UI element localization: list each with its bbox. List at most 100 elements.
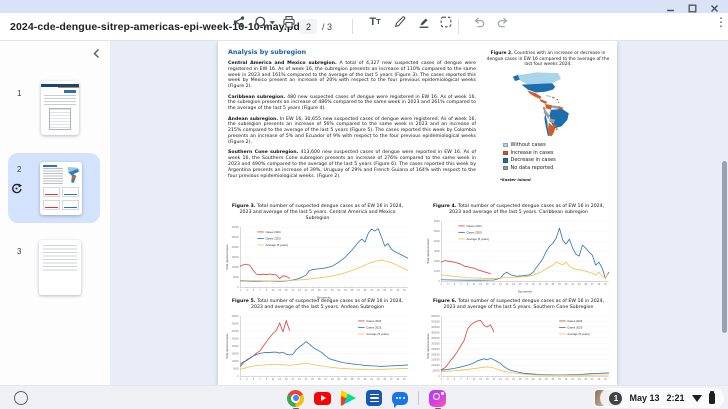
figure-4-block: Figure 4. Total number of suspected deng…: [425, 204, 612, 301]
svg-text:30000: 30000: [232, 226, 240, 229]
svg-text:23: 23: [512, 283, 515, 286]
svg-text:33: 33: [344, 289, 347, 292]
highlighter-icon[interactable]: [415, 13, 433, 31]
undo-icon[interactable]: [470, 13, 488, 31]
page-2-thumbnail[interactable]: [40, 162, 82, 215]
svg-text:Cases 2024: Cases 2024: [366, 319, 382, 323]
svg-text:33: 33: [545, 378, 548, 381]
svg-text:49: 49: [598, 378, 601, 381]
pen-icon[interactable]: [391, 13, 409, 31]
svg-text:29: 29: [331, 378, 334, 381]
youtube-app-icon[interactable]: [314, 386, 331, 409]
date-label: May 13: [629, 393, 659, 403]
legend-swatch: [503, 143, 508, 148]
redo-icon[interactable]: [494, 13, 512, 31]
svg-text:Cases 2024: Cases 2024: [466, 224, 482, 228]
svg-text:23: 23: [311, 378, 314, 381]
svg-text:25: 25: [519, 378, 522, 381]
share-icon[interactable]: [230, 13, 248, 31]
page-2-number: 2: [17, 165, 21, 174]
svg-text:0: 0: [237, 375, 239, 378]
chromeos-desktop: 2024-cde-dengue-sitrep-americas-epi-week…: [0, 0, 728, 409]
svg-text:19: 19: [499, 283, 502, 286]
page-number-box: [300, 13, 317, 40]
legend-swatch: [503, 158, 508, 163]
chat-app-icon[interactable]: [392, 386, 408, 409]
minimize-button[interactable]: [664, 3, 676, 13]
svg-text:5: 5: [253, 378, 255, 381]
chrome-app-icon[interactable]: [287, 386, 304, 409]
svg-text:13: 13: [278, 378, 281, 381]
svg-text:1000: 1000: [434, 270, 440, 273]
svg-text:15: 15: [486, 283, 489, 286]
restore-button[interactable]: [686, 3, 698, 13]
rotate-page-icon[interactable]: [11, 181, 22, 199]
svg-text:Average (5 years): Average (5 years): [265, 243, 287, 247]
text-annotation-icon[interactable]: TT: [366, 13, 384, 31]
svg-text:39: 39: [364, 378, 367, 381]
svg-text:35: 35: [351, 289, 354, 292]
svg-text:51: 51: [403, 378, 406, 381]
gallery-app-icon[interactable]: [429, 386, 446, 409]
svg-text:50000: 50000: [433, 370, 441, 373]
svg-text:37: 37: [357, 289, 360, 292]
zoom-menu-icon[interactable]: [252, 13, 278, 31]
figure-4-chart: 0100020003000400050006000135791113151719…: [425, 217, 612, 294]
vertical-scrollbar[interactable]: [722, 161, 727, 333]
svg-text:250000: 250000: [431, 348, 440, 351]
svg-text:20000: 20000: [232, 246, 240, 249]
svg-text:15: 15: [285, 378, 288, 381]
svg-text:9: 9: [266, 378, 268, 381]
shelf-divider: [418, 391, 419, 405]
page-1-thumbnail[interactable]: [41, 81, 79, 135]
map-legend-item: No data reported: [503, 165, 610, 171]
svg-text:41: 41: [571, 378, 574, 381]
page-3-thumbnail[interactable]: [39, 240, 81, 295]
svg-text:350000: 350000: [431, 337, 440, 340]
shelf-apps: [287, 386, 446, 409]
svg-text:Cases 2024: Cases 2024: [567, 319, 583, 323]
window-titlebar: [0, 0, 728, 13]
launcher-button[interactable]: [14, 391, 28, 405]
map-legend-item: Without cases: [503, 142, 610, 148]
figure-6-caption: Figure 6. Total number of suspected deng…: [432, 299, 604, 311]
svg-text:3: 3: [246, 378, 248, 381]
svg-text:47: 47: [591, 378, 594, 381]
status-tray[interactable]: 1 May 13 2:21: [600, 388, 724, 408]
collapse-sidebar-icon[interactable]: [92, 46, 101, 64]
more-options-icon[interactable]: ⋮: [712, 13, 728, 31]
docs-app-icon[interactable]: [366, 386, 382, 409]
svg-text:0: 0: [438, 375, 440, 378]
svg-text:21: 21: [305, 378, 308, 381]
svg-text:0: 0: [438, 280, 440, 283]
svg-text:21: 21: [506, 378, 509, 381]
svg-text:35: 35: [351, 378, 354, 381]
svg-text:7: 7: [460, 378, 462, 381]
svg-text:Average (5 years): Average (5 years): [567, 332, 589, 336]
svg-text:47: 47: [390, 378, 393, 381]
paragraph: Southern Cone subregion. 413,600 new sus…: [228, 150, 476, 179]
svg-text:41: 41: [571, 283, 574, 286]
print-icon[interactable]: [280, 13, 298, 31]
svg-text:51: 51: [403, 289, 406, 292]
svg-text:6000: 6000: [434, 220, 440, 223]
svg-text:35: 35: [552, 283, 555, 286]
svg-text:300000: 300000: [431, 343, 440, 346]
pdf-toolbar: 2024-cde-dengue-sitrep-americas-epi-week…: [0, 13, 728, 41]
document-viewport[interactable]: Analysis by subregion Central America an…: [110, 41, 728, 385]
page-number-input[interactable]: [300, 19, 317, 34]
svg-text:13: 13: [479, 378, 482, 381]
svg-text:37: 37: [357, 378, 360, 381]
svg-text:Average (5 years): Average (5 years): [466, 237, 488, 241]
figure-5-caption: Figure 5. Total number of suspected deng…: [231, 299, 403, 311]
svg-text:21: 21: [506, 283, 509, 286]
svg-text:29: 29: [532, 283, 535, 286]
svg-text:17: 17: [492, 283, 495, 286]
form-fill-icon[interactable]: [437, 13, 455, 31]
svg-text:Cases 2023: Cases 2023: [366, 326, 382, 330]
paragraph: Central America and Mexico subregion. A …: [228, 61, 476, 90]
play-store-app-icon[interactable]: [341, 386, 356, 409]
svg-text:3: 3: [447, 283, 449, 286]
close-icon[interactable]: [708, 3, 720, 13]
legend-label: No data reported: [511, 165, 554, 171]
